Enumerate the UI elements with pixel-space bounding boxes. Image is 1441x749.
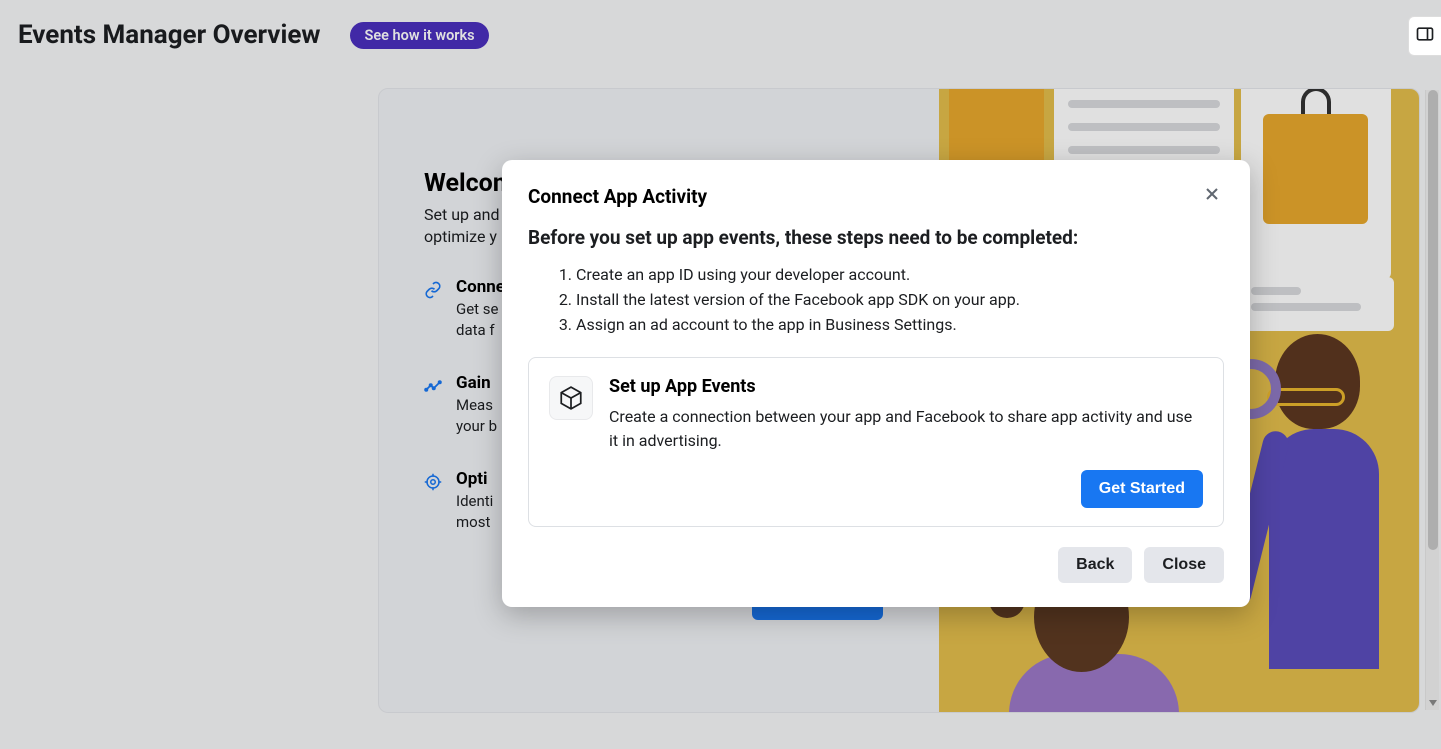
close-button[interactable] <box>1200 184 1224 208</box>
panel-toggle-button[interactable] <box>1408 16 1441 56</box>
modal-steps-list: Create an app ID using your developer ac… <box>528 263 1224 337</box>
modal-subtitle: Before you set up app events, these step… <box>528 226 1224 249</box>
get-started-button[interactable]: Get Started <box>1081 470 1203 508</box>
modal-title: Connect App Activity <box>528 185 707 208</box>
setup-app-events-box: Set up App Events Create a connection be… <box>528 357 1224 526</box>
modal-step: Install the latest version of the Facebo… <box>576 288 1224 313</box>
close-icon <box>1202 184 1222 208</box>
setup-app-events-desc: Create a connection between your app and… <box>609 405 1203 451</box>
modal-step: Assign an ad account to the app in Busin… <box>576 313 1224 338</box>
modal-header: Connect App Activity <box>528 184 1224 208</box>
close-button-footer[interactable]: Close <box>1144 547 1224 583</box>
box-icon <box>549 376 593 420</box>
back-button[interactable]: Back <box>1058 547 1132 583</box>
connect-app-activity-modal: Connect App Activity Before you set up a… <box>502 160 1250 607</box>
modal-footer: Back Close <box>528 547 1224 583</box>
panel-toggle-icon <box>1415 24 1435 48</box>
setup-app-events-title: Set up App Events <box>609 376 1203 397</box>
modal-step: Create an app ID using your developer ac… <box>576 263 1224 288</box>
